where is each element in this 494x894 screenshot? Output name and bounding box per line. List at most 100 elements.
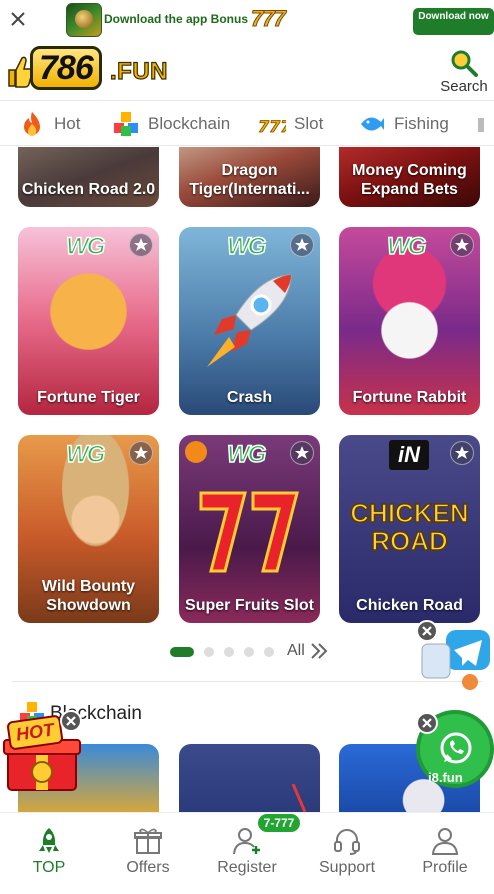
slot-777-icon: 777 bbox=[258, 117, 286, 137]
page-dot[interactable] bbox=[204, 647, 214, 657]
game-name: Money Coming Expand Bets bbox=[352, 162, 467, 198]
game-card[interactable]: Dragon Tiger(Internati... bbox=[179, 147, 320, 207]
provider-logo: WG bbox=[65, 440, 106, 469]
provider-logo: WG bbox=[386, 232, 427, 261]
game-card[interactable]: Money Coming Expand Bets bbox=[339, 147, 480, 207]
tab-hot[interactable]: Hot bbox=[18, 101, 80, 145]
more-category-icon bbox=[478, 118, 484, 132]
logo-number: 786 bbox=[30, 46, 102, 90]
tab-blockchain-label: Blockchain bbox=[148, 114, 231, 133]
hot-badge-icon bbox=[185, 441, 207, 463]
game-card[interactable] bbox=[179, 744, 320, 814]
arrow-art bbox=[291, 784, 307, 813]
page-dot[interactable] bbox=[244, 647, 254, 657]
double-chevron-right-icon bbox=[311, 643, 328, 659]
all-games-link[interactable]: All bbox=[287, 641, 329, 661]
star-icon bbox=[455, 446, 469, 459]
section-divider bbox=[12, 681, 482, 682]
provider-logo: WG bbox=[226, 440, 267, 469]
rocket-icon bbox=[39, 828, 59, 853]
close-icon[interactable] bbox=[8, 9, 28, 29]
page: Download the app Bonus 777 Download now … bbox=[0, 0, 494, 894]
headset-icon bbox=[334, 829, 360, 855]
blocks-icon bbox=[114, 112, 138, 136]
favorite-button[interactable] bbox=[290, 441, 314, 465]
game-card[interactable]: WG Super Fruits Slot bbox=[179, 435, 320, 623]
header: 786 .FUN Search bbox=[0, 40, 494, 100]
gift-icon bbox=[134, 828, 162, 854]
provider-logo: WG bbox=[226, 232, 267, 261]
nav-offers-label: Offers bbox=[126, 859, 170, 876]
star-icon bbox=[134, 446, 148, 459]
game-card[interactable]: WG Fortune Rabbit bbox=[339, 227, 480, 415]
tab-fishing[interactable]: Fishing bbox=[358, 101, 449, 145]
all-label: All bbox=[287, 642, 305, 659]
search-label: Search bbox=[440, 78, 488, 95]
nav-offers[interactable]: Offers bbox=[99, 813, 197, 894]
game-name: Chicken Road bbox=[356, 597, 463, 614]
game-name: Wild Bounty Showdown bbox=[41, 578, 136, 614]
favorite-button[interactable] bbox=[450, 441, 474, 465]
close-whatsapp-button[interactable] bbox=[416, 712, 438, 734]
favorite-button[interactable] bbox=[450, 233, 474, 257]
favorite-button[interactable] bbox=[129, 441, 153, 465]
game-card[interactable]: WG Fortune Tiger bbox=[18, 227, 159, 415]
tab-slot[interactable]: 777 Slot bbox=[258, 101, 323, 145]
whatsapp-float[interactable]: i8.fun bbox=[414, 710, 494, 794]
close-icon bbox=[422, 718, 432, 728]
game-card[interactable]: CHICKEN ROAD iN Chicken Road bbox=[339, 435, 480, 623]
user-icon bbox=[431, 828, 459, 855]
search-icon bbox=[451, 50, 478, 77]
page-dot-active[interactable] bbox=[170, 647, 194, 657]
provider-logo: WG bbox=[65, 232, 106, 261]
svg-text:777: 777 bbox=[258, 117, 286, 136]
close-telegram-button[interactable] bbox=[416, 620, 438, 642]
app-icon bbox=[66, 3, 102, 37]
star-icon bbox=[134, 238, 148, 251]
game-grid: Chicken Road 2.0 Dragon Tiger(Internati.… bbox=[0, 147, 494, 667]
nav-top-label: TOP bbox=[32, 859, 66, 876]
star-icon bbox=[295, 238, 309, 251]
game-name: Dragon Tiger(Internati... bbox=[189, 162, 310, 198]
nav-top[interactable]: TOP bbox=[0, 813, 98, 894]
provider-logo: iN bbox=[389, 440, 429, 470]
nav-support-label: Support bbox=[318, 859, 376, 876]
logo-suffix: .FUN bbox=[109, 57, 168, 85]
nav-register-label: Register bbox=[217, 859, 277, 876]
tab-fishing-label: Fishing bbox=[394, 114, 449, 133]
nav-profile-label: Profile bbox=[422, 859, 468, 876]
site-logo[interactable]: 786 .FUN bbox=[6, 44, 172, 96]
favorite-button[interactable] bbox=[129, 233, 153, 257]
nav-support[interactable]: Support bbox=[298, 813, 396, 894]
tab-more[interactable] bbox=[476, 101, 494, 145]
star-icon bbox=[295, 446, 309, 459]
game-name: Fortune Rabbit bbox=[352, 389, 467, 406]
add-user-icon bbox=[233, 828, 260, 855]
search-button[interactable]: Search bbox=[438, 48, 490, 96]
category-tabs: Hot Blockchain 777 Slot Fishing bbox=[0, 100, 494, 146]
tab-blockchain[interactable]: Blockchain bbox=[112, 101, 231, 145]
favorite-button[interactable] bbox=[290, 233, 314, 257]
download-now-button[interactable]: Download now bbox=[413, 8, 494, 35]
sevens-illustration bbox=[199, 491, 299, 573]
game-card[interactable]: WG Wild Bounty Showdown bbox=[18, 435, 159, 623]
whatsapp-icon bbox=[440, 732, 472, 764]
whatsapp-caption: i8.fun bbox=[428, 770, 463, 785]
nav-profile[interactable]: Profile bbox=[396, 813, 494, 894]
game-card[interactable]: Chicken Road 2.0 bbox=[18, 147, 159, 207]
register-bonus-badge: 7-777 bbox=[258, 814, 300, 832]
rocket-illustration bbox=[207, 274, 292, 367]
game-name: Crash bbox=[226, 389, 273, 406]
bottom-nav: TOP Offers Register Support Profile bbox=[0, 812, 494, 894]
bonus-amount: 777 bbox=[251, 6, 287, 32]
download-promo-text: Download the app Bonus bbox=[104, 12, 248, 26]
game-card[interactable]: WG Crash bbox=[179, 227, 320, 415]
close-hot-button[interactable] bbox=[60, 710, 82, 732]
telegram-float[interactable] bbox=[414, 620, 494, 694]
game-title-art: CHICKEN ROAD bbox=[350, 498, 470, 556]
page-dot[interactable] bbox=[224, 647, 234, 657]
page-dot[interactable] bbox=[264, 647, 274, 657]
pagination-dots bbox=[170, 642, 284, 662]
hot-promo-float[interactable]: HOT bbox=[0, 700, 84, 794]
thumbs-up-icon bbox=[8, 56, 32, 88]
